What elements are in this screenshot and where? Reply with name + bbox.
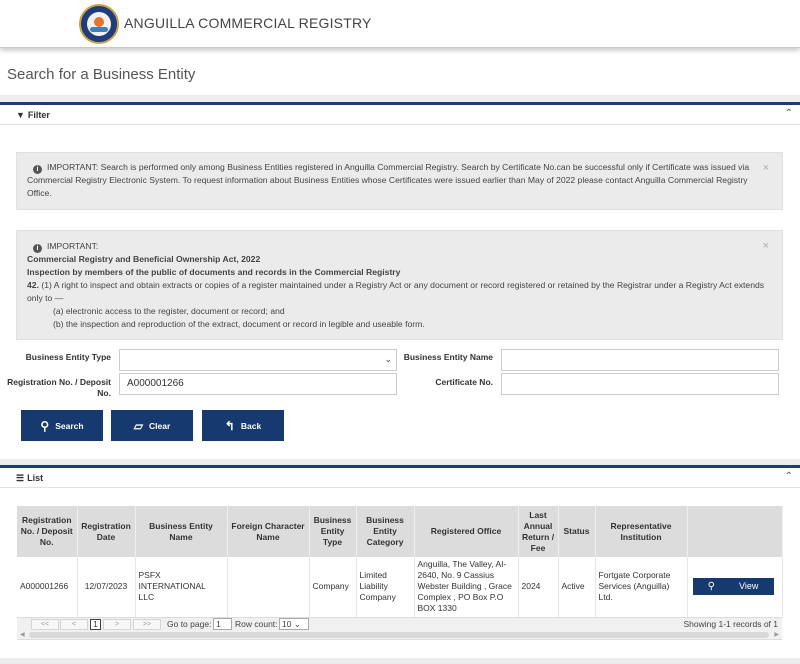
scroll-left-icon[interactable]: ◀ (20, 631, 25, 638)
alert1-text: IMPORTANT: Search is performed only amon… (27, 162, 750, 198)
row-count-select[interactable]: 10 ⌄ (279, 618, 309, 630)
cell-reg-no: A000001266 (17, 557, 78, 618)
page-title: Search for a Business Entity (7, 66, 196, 83)
col-entity-type[interactable]: Business Entity Type (309, 506, 357, 557)
search-info-alert: i IMPORTANT: Search is performed only amo… (16, 152, 783, 210)
row-count-label: Row count: (235, 619, 278, 629)
view-button-label: View (738, 581, 759, 592)
back-button-label: Back (240, 420, 262, 431)
list-icon: ☰ (16, 473, 25, 483)
reg-no-label-line2: No. (97, 388, 111, 398)
clause-item-b: (b) the inspection and reproduction of t… (53, 319, 425, 329)
cell-registered-office: Anguilla, The Valley, AI-2640, No. 9 Cas… (414, 557, 519, 618)
col-entity-name[interactable]: Business Entity Name (135, 506, 228, 557)
logo-wave (90, 27, 108, 32)
entity-name-label: Business Entity Name (403, 352, 493, 362)
scrollbar-thumb[interactable] (29, 632, 769, 638)
filter-panel-header[interactable]: ▼ Filter ⌃ (0, 105, 800, 125)
entity-name-field[interactable] (501, 349, 779, 371)
cell-reg-date: 12/07/2023 (77, 557, 136, 618)
col-entity-category[interactable]: Business Entity Category (356, 506, 415, 557)
reg-no-label-line1: Registration No. / Deposit (7, 377, 111, 387)
act-info-alert: i IMPORTANT: Commercial Registry and Bene… (16, 230, 783, 340)
last-page-button[interactable]: >> (133, 619, 161, 630)
list-panel-header[interactable]: ☰ List ⌃ (0, 468, 800, 488)
filter-title-text: Filter (27, 110, 50, 120)
search-icon: ⚲ (707, 581, 715, 593)
records-summary: Showing 1-1 records of 1 (683, 619, 779, 629)
entity-type-select[interactable]: ⌄ (119, 349, 397, 371)
cell-status: Active (558, 557, 596, 618)
list-title-text: List (27, 473, 44, 483)
col-actions (687, 506, 783, 557)
search-icon: ⚲ (40, 418, 50, 433)
cell-entity-category: Limited Liability Company (356, 557, 415, 618)
chevron-up-icon[interactable]: ⌃ (785, 471, 793, 482)
cert-no-field[interactable] (501, 373, 779, 395)
brand-name: ANGUILLA COMMERCIAL REGISTRY (124, 15, 372, 31)
info-icon: i (33, 244, 42, 253)
filter-panel: ▼ Filter ⌃ i IMPORTANT: Search is performe… (0, 102, 800, 459)
reg-no-label: Registration No. / Deposit No. (6, 377, 111, 399)
cert-no-label: Certificate No. (435, 377, 493, 387)
cell-representative: Fortgate Corporate Services (Anguilla) L… (595, 557, 688, 618)
filter-panel-title: ▼ Filter (16, 110, 50, 120)
clause-item-a: (a) electronic access to the register, d… (53, 306, 285, 316)
col-foreign-name[interactable]: Foreign Character Name (227, 506, 310, 557)
close-icon[interactable]: × (763, 162, 769, 175)
pagination-bar: << < 1 > >> Go to page: 1 ⌄ Row count: 1… (17, 617, 782, 639)
clear-button[interactable]: ▱ Clear (111, 410, 193, 441)
col-last-return[interactable]: Last Annual Return / Fee (518, 506, 559, 557)
cell-entity-type: Company (309, 557, 357, 618)
col-reg-date[interactable]: Registration Date (77, 506, 136, 557)
registry-logo[interactable] (79, 4, 119, 44)
col-registered-office[interactable]: Registered Office (414, 506, 519, 557)
goto-page-value: 1 (216, 619, 221, 629)
first-page-button[interactable]: << (31, 619, 59, 630)
cell-foreign-name (227, 557, 310, 618)
chevron-up-icon[interactable]: ⌃ (785, 108, 793, 119)
eraser-icon: ▱ (133, 418, 143, 433)
logo-sun (94, 17, 104, 27)
list-panel-title: ☰ List (16, 473, 43, 484)
filter-icon: ▼ (16, 110, 25, 120)
search-button[interactable]: ⚲ Search (21, 410, 103, 441)
clear-button-label: Clear (148, 420, 171, 431)
site-header: ANGUILLA COMMERCIAL REGISTRY (0, 0, 800, 48)
chevron-down-icon: ⌄ (384, 354, 392, 364)
logo-emblem-icon (87, 12, 111, 36)
row-count-value: 10 (282, 619, 292, 629)
section-number: 42. (27, 280, 39, 290)
next-page-button[interactable]: > (103, 619, 131, 630)
entity-type-label: Business Entity Type (25, 352, 111, 362)
table-header-row: Registration No. / Deposit No. Registrat… (17, 506, 783, 557)
reg-no-field[interactable]: A000001266 (119, 373, 397, 395)
results-table: Registration No. / Deposit No. Registrat… (17, 506, 783, 618)
section-clause: (1) A right to inspect and obtain extrac… (27, 280, 765, 303)
alert2-heading: IMPORTANT: (47, 241, 99, 251)
cell-actions: ⚲ View (687, 557, 783, 618)
search-button-label: Search (55, 420, 84, 431)
col-status[interactable]: Status (558, 506, 596, 557)
col-representative[interactable]: Representative Institution (595, 506, 688, 557)
current-page-button[interactable]: 1 (90, 619, 101, 630)
close-icon[interactable]: × (763, 240, 769, 253)
back-button[interactable]: ↰ Back (202, 410, 284, 441)
cell-entity-name: PSFX INTERNATIONAL LLC (135, 557, 228, 618)
goto-page-select[interactable]: 1 ⌄ (213, 618, 232, 639)
table-row: A000001266 12/07/2023 PSFX INTERNATIONAL… (17, 557, 783, 618)
goto-page-label: Go to page: (167, 619, 212, 629)
prev-page-button[interactable]: < (60, 619, 88, 630)
section-title: Inspection by members of the public of d… (27, 267, 401, 277)
back-arrow-icon: ↰ (224, 418, 235, 433)
scroll-right-icon[interactable]: ▶ (774, 631, 779, 638)
cell-last-return: 2024 (518, 557, 559, 618)
list-panel: ☰ List ⌃ Registration No. / Deposit No. R… (0, 465, 800, 658)
info-icon: i (33, 165, 42, 174)
table-scrollbar[interactable]: ◀ ▶ (17, 630, 782, 640)
view-button[interactable]: ⚲ View (692, 578, 774, 596)
act-title: Commercial Registry and Beneficial Owner… (27, 254, 261, 264)
col-reg-no[interactable]: Registration No. / Deposit No. (17, 506, 78, 557)
